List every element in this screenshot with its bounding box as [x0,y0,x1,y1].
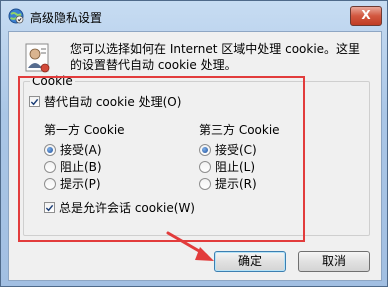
third-party-title: 第三方 Cookie [199,123,280,137]
third-party-accept-radio[interactable]: 接受(C) [199,141,257,158]
radio-unselected-icon[interactable] [44,160,56,173]
first-party-block-label: 阻止(B) [60,160,102,174]
advanced-privacy-dialog: 高级隐私设置 X 您可以选择如何在 Internet 区域中处理 cookie。… [0,0,388,287]
session-cookie-label: 总是允许会话 cookie(W) [59,201,195,215]
checkbox-checked-icon[interactable] [29,96,40,107]
first-party-prompt-radio[interactable]: 提示(P) [44,175,101,192]
first-party-accept-radio[interactable]: 接受(A) [44,141,102,158]
first-party-accept-label: 接受(A) [60,143,102,157]
privacy-description: 您可以选择如何在 Internet 区域中处理 cookie。这里的设置替代自动… [70,42,361,72]
radio-selected-icon[interactable] [199,143,211,156]
close-icon: X [361,8,371,22]
privacy-globe-icon [8,8,24,24]
radio-unselected-icon[interactable] [199,177,211,190]
override-label: 替代自动 cookie 处理(O) [44,95,182,109]
cancel-button[interactable]: 取消 [298,251,370,272]
always-allow-session-cookie-checkbox[interactable]: 总是允许会话 cookie(W) [44,199,195,216]
radio-selected-icon[interactable] [44,143,56,156]
third-party-prompt-label: 提示(R) [215,177,257,191]
ok-button[interactable]: 确定 [214,251,286,272]
radio-unselected-icon[interactable] [44,177,56,190]
first-party-prompt-label: 提示(P) [60,177,101,191]
dialog-body: 您可以选择如何在 Internet 区域中处理 cookie。这里的设置替代自动… [8,31,382,281]
third-party-prompt-radio[interactable]: 提示(R) [199,175,257,192]
checkbox-checked-icon[interactable] [44,202,55,213]
radio-unselected-icon[interactable] [199,160,211,173]
third-party-block-radio[interactable]: 阻止(L) [199,158,255,175]
window-title: 高级隐私设置 [30,11,103,25]
third-party-block-label: 阻止(L) [215,160,256,174]
override-automatic-cookie-checkbox[interactable]: 替代自动 cookie 处理(O) [29,93,181,110]
third-party-accept-label: 接受(C) [215,143,257,157]
close-button[interactable]: X [350,6,382,26]
first-party-title: 第一方 Cookie [44,123,125,137]
cookie-groupbox: Cookie 替代自动 cookie 处理(O) 第一方 Cookie 第三方 … [23,74,370,236]
groupbox-title: Cookie [30,74,75,88]
title-bar[interactable]: 高级隐私设置 X [1,1,387,31]
first-party-block-radio[interactable]: 阻止(B) [44,158,102,175]
privacy-certificate-icon [23,42,53,74]
